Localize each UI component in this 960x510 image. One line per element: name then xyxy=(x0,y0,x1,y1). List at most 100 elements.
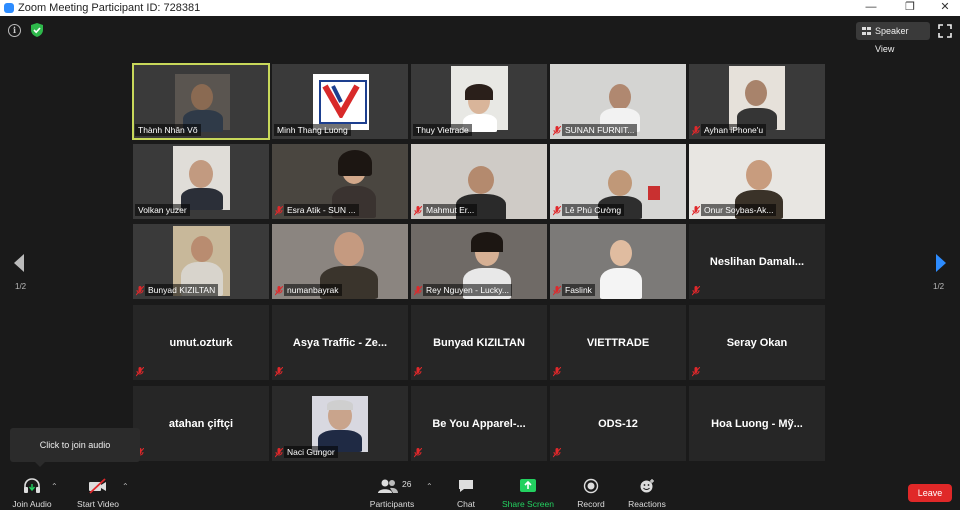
minimize-icon[interactable]: — xyxy=(856,0,886,16)
close-icon[interactable]: ✕ xyxy=(930,0,960,16)
participant-tile[interactable]: SUNAN FURNIT... xyxy=(550,64,686,139)
participant-name: Neslihan Damalı... xyxy=(709,255,805,268)
title-bar: Zoom Meeting Participant ID: 728381 — ❐ … xyxy=(0,0,960,16)
participant-tile[interactable]: Asya Traffic - Ze... xyxy=(272,305,408,380)
prev-page-arrow-icon[interactable] xyxy=(12,253,26,273)
participant-tile[interactable]: Rey Nguyen - Lucky... xyxy=(411,224,547,299)
muted-mic-icon xyxy=(692,206,700,216)
next-page-arrow-icon[interactable] xyxy=(934,253,948,273)
participant-name: Minh Thang Luong xyxy=(274,124,351,136)
chat-label: Chat xyxy=(457,499,475,509)
participant-tile[interactable]: Faslink xyxy=(550,224,686,299)
participant-tile[interactable]: umut.ozturk xyxy=(133,305,269,380)
participant-name: Asya Traffic - Ze... xyxy=(292,336,388,349)
participant-video xyxy=(175,74,230,132)
participant-video xyxy=(729,66,785,130)
participants-options-caret-icon[interactable]: ⌃ xyxy=(426,482,433,491)
participant-tile[interactable]: Neslihan Damalı... xyxy=(689,224,825,299)
participant-name: Be You Apparel-... xyxy=(432,417,526,430)
muted-mic-icon xyxy=(275,206,283,216)
muted-mic-icon xyxy=(692,286,700,296)
muted-mic-icon xyxy=(275,448,283,458)
participant-name: Seray Okan xyxy=(726,336,788,349)
muted-mic-icon xyxy=(136,367,144,377)
reactions-button[interactable]: Reactions xyxy=(626,478,668,510)
muted-mic-icon xyxy=(692,126,700,136)
video-options-caret-icon[interactable]: ⌃ xyxy=(122,482,129,491)
record-button[interactable]: Record xyxy=(572,478,610,510)
participants-label: Participants xyxy=(369,499,415,509)
muted-mic-icon xyxy=(553,367,561,377)
muted-mic-icon xyxy=(414,448,422,458)
meeting-topbar: i Speaker View xyxy=(0,16,960,54)
join-audio-tooltip: Click to join audio xyxy=(10,428,140,467)
headphones-icon xyxy=(24,478,40,493)
participant-name: Mahmut Er... xyxy=(423,204,478,216)
participant-name: Bunyad KIZILTAN xyxy=(145,284,219,296)
shield-icon[interactable] xyxy=(30,22,44,38)
participant-name: Volkan yuzer xyxy=(135,204,190,216)
participants-icon xyxy=(378,479,398,493)
grid-icon xyxy=(862,27,871,35)
participant-tile[interactable]: Bunyad KIZILTAN xyxy=(133,224,269,299)
participant-name: SUNAN FURNIT... xyxy=(562,124,638,136)
speaker-view-button[interactable]: Speaker View xyxy=(856,22,930,54)
info-icon[interactable]: i xyxy=(8,24,21,37)
participant-name: umut.ozturk xyxy=(169,336,233,349)
speaker-view-label: Speaker View xyxy=(875,26,909,54)
muted-mic-icon xyxy=(414,367,422,377)
record-label: Record xyxy=(577,499,605,509)
muted-mic-icon xyxy=(414,206,422,216)
participant-video xyxy=(312,396,368,452)
share-screen-button[interactable]: Share Screen xyxy=(500,478,556,510)
participant-tile[interactable]: Volkan yuzer xyxy=(133,144,269,219)
share-screen-icon xyxy=(520,479,536,492)
participant-name: Thành Nhân Võ xyxy=(135,124,201,136)
participant-tile[interactable]: Thuy Vietrade xyxy=(411,64,547,139)
participant-tile[interactable]: Lê Phú Cường xyxy=(550,144,686,219)
muted-mic-icon xyxy=(275,286,283,296)
participant-tile[interactable]: Ayhan iPhone'u xyxy=(689,64,825,139)
start-video-label: Start Video xyxy=(77,499,119,509)
reactions-label: Reactions xyxy=(628,499,666,509)
participant-video xyxy=(173,146,230,210)
leave-button[interactable]: Leave xyxy=(908,484,952,502)
tooltip-text: Click to join audio xyxy=(39,440,111,450)
participant-name: Thuy Vietrade xyxy=(413,124,472,136)
record-icon xyxy=(583,478,599,494)
participant-video xyxy=(586,226,656,299)
participant-name: Hoa Luong - Mỹ... xyxy=(711,417,803,430)
participant-tile[interactable]: numanbayrak xyxy=(272,224,408,299)
participant-tile[interactable]: ODS-12 xyxy=(550,386,686,461)
participant-name: Bunyad KIZILTAN xyxy=(433,336,525,349)
participant-tile[interactable]: Esra Atik - SUN ... xyxy=(272,144,408,219)
participant-tile[interactable]: Bunyad KIZILTAN xyxy=(411,305,547,380)
page-indicator-right: 1/2 xyxy=(933,282,945,291)
participant-tile[interactable]: Hoa Luong - Mỹ... xyxy=(689,386,825,461)
participant-tile[interactable]: VIETTRADE xyxy=(550,305,686,380)
participant-video xyxy=(451,66,508,132)
audio-options-caret-icon[interactable]: ⌃ xyxy=(51,482,58,491)
participant-name: Onur Soybas-Ak... xyxy=(701,204,777,216)
restore-icon[interactable]: ❐ xyxy=(895,0,925,16)
participant-tile[interactable]: Onur Soybas-Ak... xyxy=(689,144,825,219)
muted-mic-icon xyxy=(136,286,144,296)
fullscreen-icon[interactable] xyxy=(938,24,952,38)
participant-tile[interactable]: Mahmut Er... xyxy=(411,144,547,219)
chat-button[interactable]: Chat xyxy=(448,478,484,510)
participant-tile[interactable]: atahan çiftçi xyxy=(133,386,269,461)
muted-mic-icon xyxy=(692,367,700,377)
participant-tile[interactable]: Be You Apparel-... xyxy=(411,386,547,461)
chat-icon xyxy=(459,480,473,492)
participant-name: Ayhan iPhone'u xyxy=(701,124,767,136)
participant-name: Rey Nguyen - Lucky... xyxy=(423,284,512,296)
muted-mic-icon xyxy=(553,448,561,458)
participant-tile[interactable]: Seray Okan xyxy=(689,305,825,380)
participant-tile[interactable]: Naci Gungor xyxy=(272,386,408,461)
share-screen-label: Share Screen xyxy=(502,499,554,509)
muted-mic-icon xyxy=(414,286,422,296)
start-video-button[interactable]: Start Video xyxy=(74,478,122,510)
join-audio-button[interactable]: Join Audio xyxy=(8,478,56,510)
participant-tile[interactable]: Minh Thang Luong xyxy=(272,64,408,139)
participant-tile[interactable]: Thành Nhân Võ xyxy=(132,63,270,140)
